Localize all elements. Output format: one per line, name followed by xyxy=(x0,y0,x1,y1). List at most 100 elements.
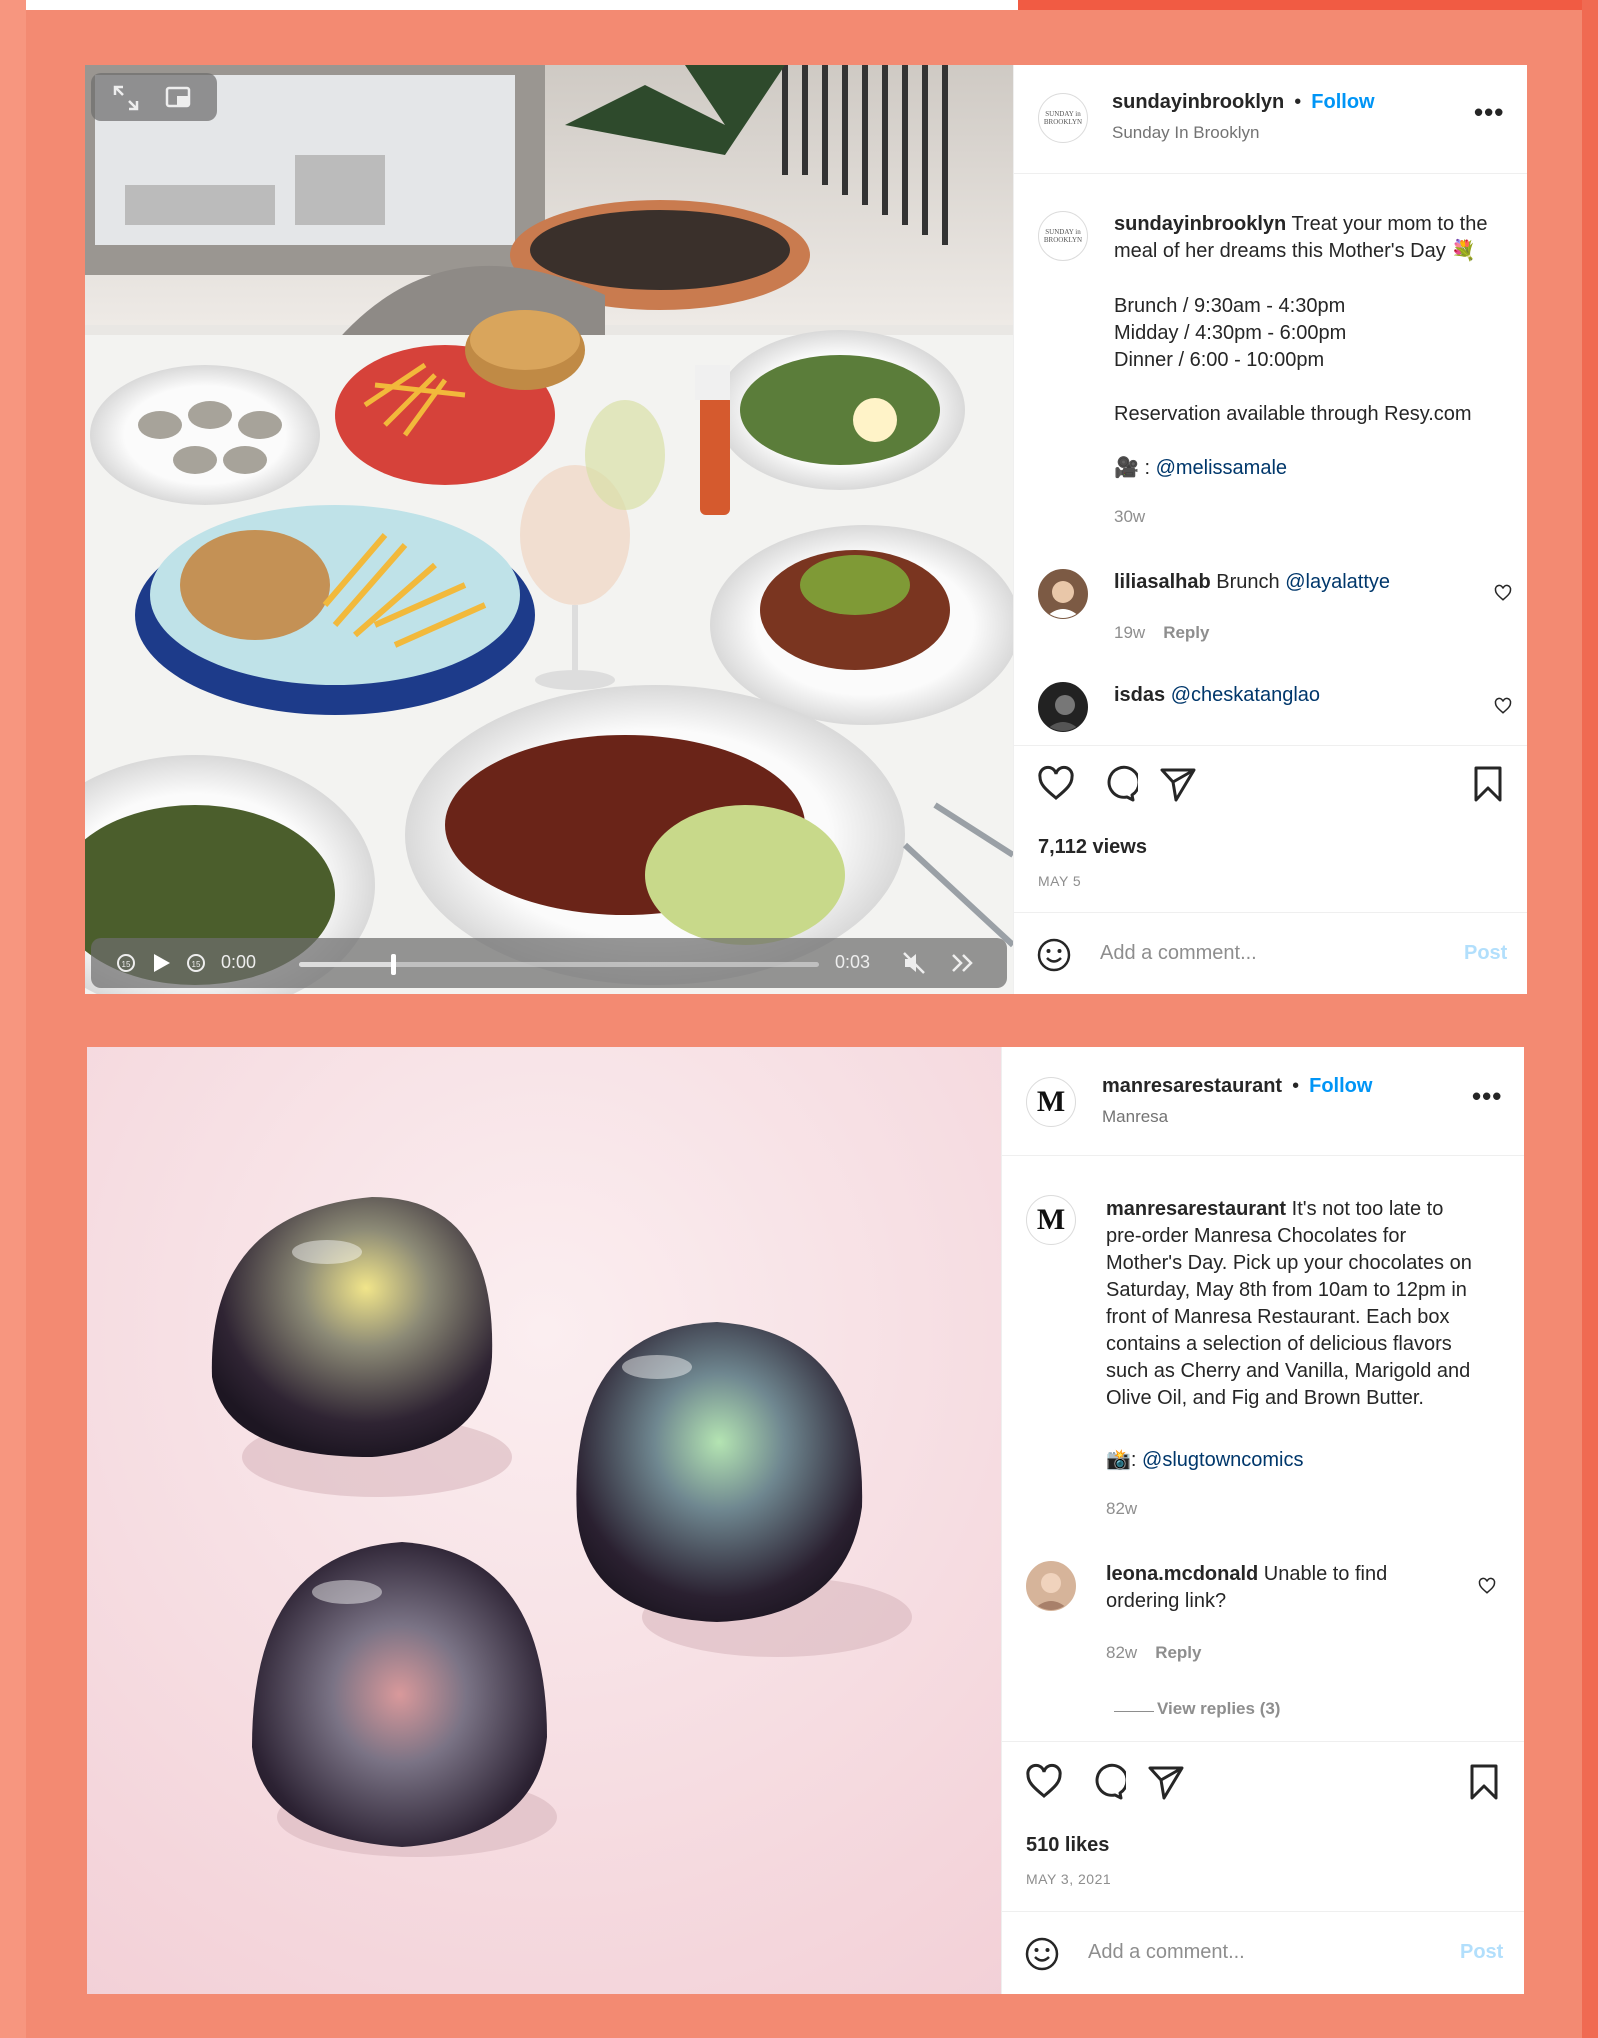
profile-photo-icon xyxy=(1033,1573,1069,1610)
comment-mention[interactable]: @cheskatanglao xyxy=(1171,684,1320,706)
comment-icon[interactable] xyxy=(1098,764,1138,804)
avatar-letter: M xyxy=(1036,1203,1066,1236)
reply-button[interactable]: Reply xyxy=(1163,623,1209,642)
comment-like-heart-icon[interactable] xyxy=(1478,1577,1496,1595)
comment-age: 82w xyxy=(1106,1643,1138,1662)
chocolates-photo xyxy=(87,1047,1001,1994)
credit-mention[interactable]: @slugtowncomics xyxy=(1142,1449,1303,1471)
play-icon[interactable] xyxy=(149,951,173,975)
dot-separator: • xyxy=(1288,91,1307,113)
follow-button[interactable]: Follow xyxy=(1311,91,1374,113)
post-card-1: 15 15 0:00 0:03 SUNDAY in BROOKLYN sunda… xyxy=(85,65,1527,994)
comment-text: Unable to find xyxy=(1258,1563,1388,1585)
credit-prefix: 📸: xyxy=(1106,1449,1143,1471)
caption-line: contains a selection of delicious flavor… xyxy=(1106,1333,1452,1355)
post-date: MAY 3, 2021 xyxy=(1026,1871,1112,1887)
add-comment-bar: Add a comment... Post xyxy=(1002,1911,1524,1994)
avatar-letter: M xyxy=(1036,1085,1066,1118)
svg-text:15: 15 xyxy=(192,960,201,969)
caption-line: front of Manresa Restaurant. Each box xyxy=(1106,1306,1450,1328)
post-button[interactable]: Post xyxy=(1464,942,1507,965)
video-top-controls xyxy=(91,73,217,121)
caption-avatar[interactable]: SUNDAY in BROOKLYN xyxy=(1038,211,1088,261)
caption-line: pre-order Manresa Chocolates for xyxy=(1106,1225,1407,1247)
forward-15-icon[interactable]: 15 xyxy=(185,952,207,974)
post-button[interactable]: Post xyxy=(1460,1941,1503,1964)
picture-in-picture-icon[interactable] xyxy=(165,85,193,111)
mute-icon[interactable] xyxy=(901,950,927,976)
profile-photo-icon xyxy=(1045,695,1081,731)
comment-text: ordering link? xyxy=(1106,1590,1227,1612)
caption-username[interactable]: manresarestaurant xyxy=(1106,1198,1286,1220)
isdas-avatar[interactable] xyxy=(1038,682,1088,732)
liliasalhab-avatar[interactable] xyxy=(1038,569,1088,619)
more-options-icon[interactable]: ••• xyxy=(1474,97,1504,128)
post-2-side-panel: M manresarestaurant • Follow Manresa •••… xyxy=(1001,1047,1524,1994)
hours-brunch: Brunch / 9:30am - 4:30pm xyxy=(1114,295,1346,317)
expand-icon[interactable] xyxy=(113,85,139,111)
post-1-header: SUNDAY in BROOKLYN sundayinbrooklyn • Fo… xyxy=(1014,65,1527,174)
post-1-actions: 7,112 views MAY 5 xyxy=(1014,745,1527,912)
replies-line xyxy=(1114,1711,1154,1712)
header-username[interactable]: sundayinbrooklyn xyxy=(1112,91,1284,113)
skip-forward-icon[interactable] xyxy=(949,950,977,976)
caption-line: Olive Oil, and Fig and Brown Butter. xyxy=(1106,1387,1424,1409)
sundayinbrooklyn-avatar[interactable]: SUNDAY in BROOKLYN xyxy=(1038,93,1088,143)
comment-mention[interactable]: @layalattye xyxy=(1285,571,1390,593)
reservation-text: Reservation available through Resy.com xyxy=(1114,403,1472,425)
like-heart-icon[interactable] xyxy=(1024,1762,1064,1802)
comment-username[interactable]: leona.mcdonald xyxy=(1106,1563,1258,1585)
add-comment-bar: Add a comment... Post xyxy=(1014,912,1527,994)
header-subtitle: Manresa xyxy=(1102,1107,1169,1126)
caption-line: Mother's Day. Pick up your chocolates on xyxy=(1106,1252,1472,1274)
post-card-2: M manresarestaurant • Follow Manresa •••… xyxy=(87,1047,1524,1994)
comment-input[interactable]: Add a comment... xyxy=(1100,942,1257,965)
comment-like-heart-icon[interactable] xyxy=(1494,697,1512,715)
comment-input[interactable]: Add a comment... xyxy=(1088,1941,1245,1964)
comment-age: 19w xyxy=(1114,623,1146,642)
comment-like-heart-icon[interactable] xyxy=(1494,584,1512,602)
right-band xyxy=(1582,0,1598,2038)
video-duration: 0:03 xyxy=(835,952,871,972)
avatar-text: SUNDAY in BROOKLYN xyxy=(1043,110,1083,126)
header-subtitle: Sunday In Brooklyn xyxy=(1112,123,1260,142)
reply-button[interactable]: Reply xyxy=(1155,1643,1201,1662)
caption-age: 30w xyxy=(1114,507,1146,526)
profile-photo-icon xyxy=(1045,581,1081,618)
more-options-icon[interactable]: ••• xyxy=(1472,1081,1502,1112)
emoji-icon[interactable] xyxy=(1036,937,1072,973)
video-player[interactable]: 15 15 0:00 0:03 xyxy=(85,65,1013,994)
leona-mcdonald-avatar[interactable] xyxy=(1026,1561,1076,1611)
comment-username[interactable]: liliasalhab xyxy=(1114,571,1211,593)
comment-icon[interactable] xyxy=(1086,1762,1126,1802)
post-image[interactable] xyxy=(87,1047,1001,1994)
credit-mention[interactable]: @melissamale xyxy=(1156,457,1287,479)
video-current-time: 0:00 xyxy=(221,952,257,972)
like-heart-icon[interactable] xyxy=(1036,764,1076,804)
share-icon[interactable] xyxy=(1146,1762,1186,1802)
share-icon[interactable] xyxy=(1158,764,1198,804)
save-bookmark-icon[interactable] xyxy=(1468,764,1508,804)
follow-button[interactable]: Follow xyxy=(1309,1075,1372,1097)
header-username[interactable]: manresarestaurant xyxy=(1102,1075,1282,1097)
caption-avatar[interactable]: M xyxy=(1026,1195,1076,1245)
caption-line: Saturday, May 8th from 10am to 12pm in xyxy=(1106,1279,1467,1301)
views-count: 7,112 views xyxy=(1038,836,1147,858)
caption-age: 82w xyxy=(1106,1499,1138,1518)
food-video-frame xyxy=(85,65,1013,994)
post-date: MAY 5 xyxy=(1038,873,1082,889)
save-bookmark-icon[interactable] xyxy=(1464,1762,1504,1802)
rewind-15-icon[interactable]: 15 xyxy=(115,952,137,974)
avatar-text: SUNDAY in BROOKLYN xyxy=(1043,228,1083,244)
caption-username[interactable]: sundayinbrooklyn xyxy=(1114,213,1286,235)
post-2-actions: 510 likes MAY 3, 2021 xyxy=(1002,1741,1524,1910)
credit-prefix: 🎥 : xyxy=(1114,457,1156,479)
top-edge-red xyxy=(1018,0,1598,10)
video-scrubber-handle[interactable] xyxy=(390,954,396,975)
likes-count: 510 likes xyxy=(1026,1834,1110,1856)
view-replies-button[interactable]: View replies (3) xyxy=(1157,1699,1280,1719)
video-progress-track[interactable] xyxy=(299,954,819,975)
emoji-icon[interactable] xyxy=(1024,1936,1060,1972)
comment-username[interactable]: isdas xyxy=(1114,684,1165,706)
manresa-avatar[interactable]: M xyxy=(1026,1077,1076,1127)
